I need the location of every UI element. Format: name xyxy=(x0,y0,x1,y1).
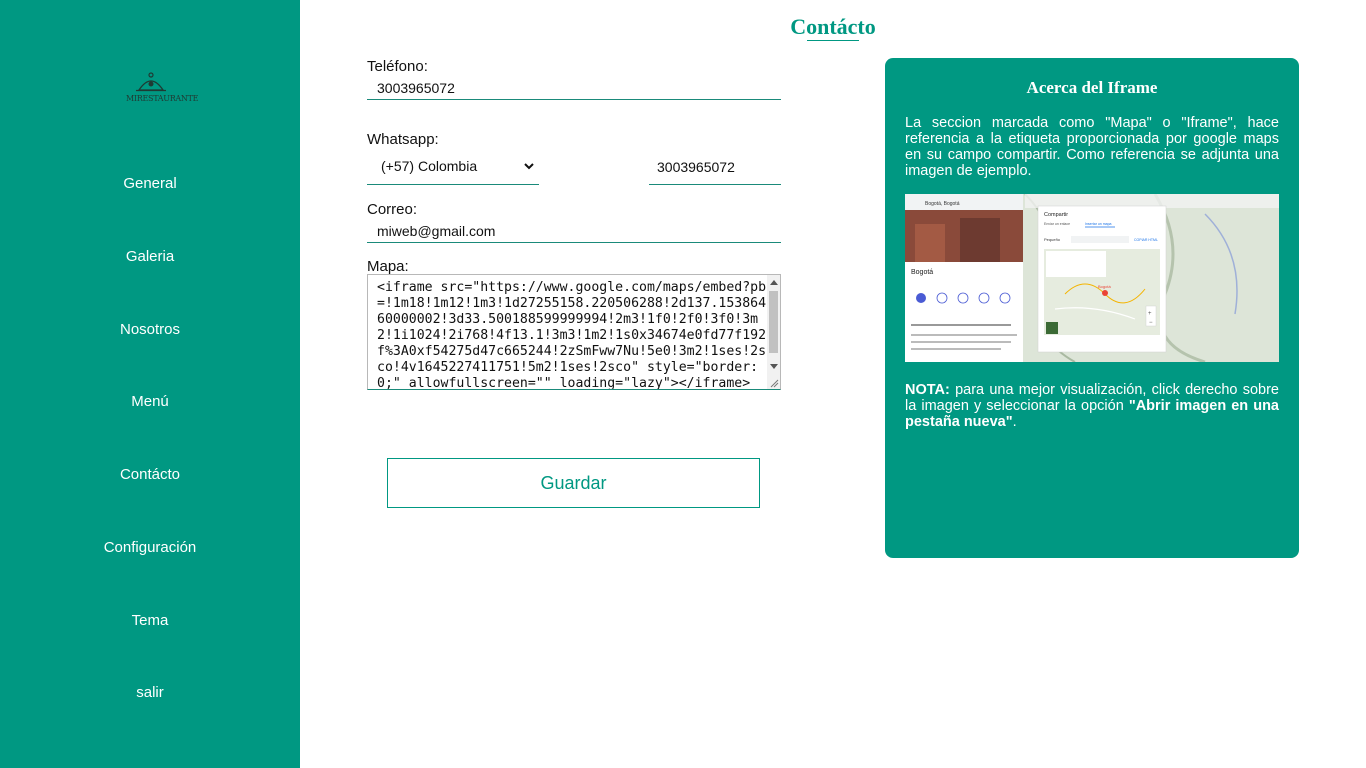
map-iframe-code: <iframe src="https://www.google.com/maps… xyxy=(377,280,767,390)
sidebar-item-contacto[interactable]: Contácto xyxy=(0,466,300,483)
svg-text:−: − xyxy=(1149,320,1153,326)
save-button[interactable]: Guardar xyxy=(387,458,760,508)
sidebar-item-salir[interactable]: salir xyxy=(0,684,300,701)
sidebar-item-configuracion[interactable]: Configuración xyxy=(0,539,300,556)
sidebar-item-galeria[interactable]: Galeria xyxy=(0,248,300,265)
scroll-up-arrow-icon[interactable] xyxy=(770,280,778,285)
note-end: . xyxy=(1012,414,1017,430)
map-iframe-textarea[interactable]: <iframe src="https://www.google.com/maps… xyxy=(367,274,781,390)
phone-input[interactable] xyxy=(367,76,781,100)
example-map-image[interactable]: Bogotá, Bogotá Bogotá Compartir Enviar u… xyxy=(905,194,1279,362)
restaurant-logo: MIRESTAURANTE xyxy=(126,70,199,114)
scroll-down-arrow-icon[interactable] xyxy=(770,364,778,369)
note-bold-label: NOTA: xyxy=(905,382,950,398)
sidebar-item-nosotros[interactable]: Nosotros xyxy=(0,321,300,338)
iframe-info-card: Acerca del Iframe La seccion marcada com… xyxy=(885,58,1299,558)
sidebar-item-menu[interactable]: Menú xyxy=(0,393,300,410)
info-description: La seccion marcada como "Mapa" o "Iframe… xyxy=(905,115,1279,179)
example-search-text: Bogotá, Bogotá xyxy=(925,201,960,207)
whatsapp-number-input[interactable] xyxy=(649,150,781,185)
example-pin-label: Bogotá xyxy=(1098,284,1111,289)
email-label: Correo: xyxy=(367,201,418,218)
country-code-select[interactable]: (+57) Colombia xyxy=(367,150,539,185)
svg-text:+: + xyxy=(1148,311,1152,317)
sidebar: MIRESTAURANTE General Galeria Nosotros M… xyxy=(0,0,300,768)
email-input[interactable] xyxy=(367,219,781,243)
example-tab-embed: Insertar un mapa xyxy=(1085,222,1112,226)
phone-label: Teléfono: xyxy=(367,58,428,75)
info-note: NOTA: para una mejor visualización, clic… xyxy=(905,382,1279,430)
whatsapp-label: Whatsapp: xyxy=(367,131,439,148)
title-underline xyxy=(807,40,859,41)
example-size-label: Pequeño xyxy=(1044,237,1061,242)
info-title: Acerca del Iframe xyxy=(1026,78,1158,97)
sidebar-item-general[interactable]: General xyxy=(0,175,300,192)
textarea-scrollbar[interactable] xyxy=(767,275,780,389)
example-dialog-title: Compartir xyxy=(1044,212,1068,218)
country-code-value: (+57) Colombia xyxy=(381,158,478,174)
resize-grip-icon[interactable] xyxy=(769,378,779,388)
scroll-thumb[interactable] xyxy=(769,291,778,353)
sidebar-item-tema[interactable]: Tema xyxy=(0,612,300,629)
logo-text: MIRESTAURANTE xyxy=(126,94,199,103)
example-copy-label: COPIAR HTML xyxy=(1134,238,1158,242)
chevron-down-icon xyxy=(524,163,534,170)
map-label: Mapa: xyxy=(367,258,409,275)
page-title: Contácto xyxy=(790,14,876,39)
cloche-icon xyxy=(136,72,166,92)
example-tab-send: Enviar un enlace xyxy=(1044,222,1070,226)
example-place-name: Bogotá xyxy=(911,269,933,276)
